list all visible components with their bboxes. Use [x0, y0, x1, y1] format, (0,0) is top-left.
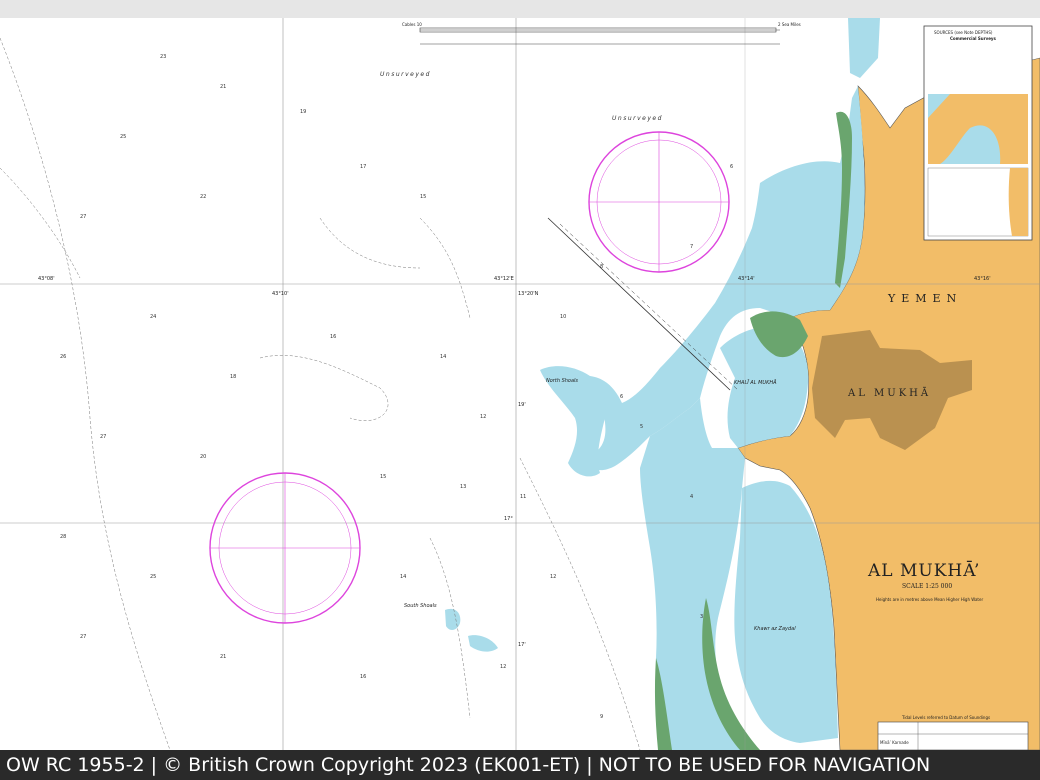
lon-label-4: 17'	[518, 642, 526, 648]
unsurveyed-label-2: Unsurveyed	[612, 115, 663, 122]
sources-sub: Commercial Surveys	[950, 36, 997, 41]
svg-text:12: 12	[480, 414, 486, 420]
svg-text:6: 6	[730, 164, 733, 170]
svg-text:26: 26	[60, 354, 66, 360]
nautical-chart: 23 21 19 25 27 22 17 15 24 26 18 16 14 12 27 20 15 13…	[0, 18, 1040, 750]
copyright-banner: OW RC 1955-2 | © British Crown Copyright…	[0, 750, 1040, 780]
svg-text:20: 20	[200, 454, 206, 460]
svg-text:15: 15	[380, 474, 386, 480]
svg-text:16: 16	[360, 674, 366, 680]
sources-inset	[923, 25, 1033, 241]
sources-title: SOURCES (see Note DEPTHS)	[934, 30, 993, 35]
svg-text:14: 14	[440, 354, 446, 360]
lat-label-4: 43°14'	[738, 276, 755, 282]
svg-text:12: 12	[550, 574, 556, 580]
chart-title: AL MUKHĀ’	[867, 560, 980, 581]
svg-text:28: 28	[60, 534, 66, 540]
harbour-label: KHALĪ AL MUKHĀ	[734, 379, 777, 386]
khawr-label: Khawr az Zaydal	[754, 626, 796, 632]
svg-text:3: 3	[700, 614, 703, 620]
svg-text:23: 23	[160, 54, 166, 60]
scale-bar-cables: Cables 10	[402, 22, 422, 27]
tide-table	[877, 721, 1029, 750]
svg-text:27: 27	[100, 434, 106, 440]
svg-text:6: 6	[620, 394, 623, 400]
tide-table-title: Tidal Levels referred to Datum of Soundi…	[901, 715, 990, 720]
svg-text:21: 21	[220, 84, 226, 90]
tide-table-place: Mīnā’ Karnade	[880, 740, 909, 745]
svg-text:11: 11	[520, 494, 526, 500]
browser-top-strip	[0, 0, 1040, 18]
svg-text:14: 14	[400, 574, 406, 580]
svg-text:15: 15	[420, 194, 426, 200]
town-label: AL MUKHĀ	[847, 387, 931, 399]
svg-text:25: 25	[150, 574, 156, 580]
south-shoals-label: South Shoals	[404, 603, 437, 609]
svg-text:17: 17	[360, 164, 366, 170]
lat-label-1: 43°08'	[38, 276, 55, 282]
lat-label-3: 43°12'E	[494, 276, 514, 282]
svg-text:21: 21	[220, 654, 226, 660]
chart-scale: SCALE 1:25 000	[902, 583, 952, 590]
svg-text:13: 13	[460, 484, 466, 490]
lon-label-3: 17°	[504, 516, 513, 522]
lon-label-2: 19'	[518, 402, 526, 408]
scale-bar-miles: 2 Sea Miles	[778, 22, 801, 27]
svg-text:8: 8	[600, 264, 603, 270]
svg-text:27: 27	[80, 214, 86, 220]
svg-text:7: 7	[690, 244, 693, 250]
svg-text:5: 5	[640, 424, 643, 430]
country-label: YEMEN	[887, 292, 962, 305]
svg-text:10: 10	[560, 314, 566, 320]
svg-text:24: 24	[150, 314, 156, 320]
lat-label-5: 43°16'	[974, 276, 991, 282]
svg-text:22: 22	[200, 194, 206, 200]
lat-label-2: 43°10'	[272, 291, 289, 297]
svg-text:19: 19	[300, 109, 306, 115]
svg-text:9: 9	[600, 714, 603, 720]
north-shoals-label: North Shoals	[546, 378, 578, 384]
svg-text:4: 4	[690, 494, 693, 500]
unsurveyed-label-1: Unsurveyed	[380, 71, 431, 78]
lon-label-1: 13°20'N	[518, 291, 539, 297]
svg-text:12: 12	[500, 664, 506, 670]
heights-note: Heights are in metres above Mean Higher …	[876, 597, 983, 602]
svg-text:27: 27	[80, 634, 86, 640]
svg-text:18: 18	[230, 374, 236, 380]
svg-text:16: 16	[330, 334, 336, 340]
svg-text:25: 25	[120, 134, 126, 140]
